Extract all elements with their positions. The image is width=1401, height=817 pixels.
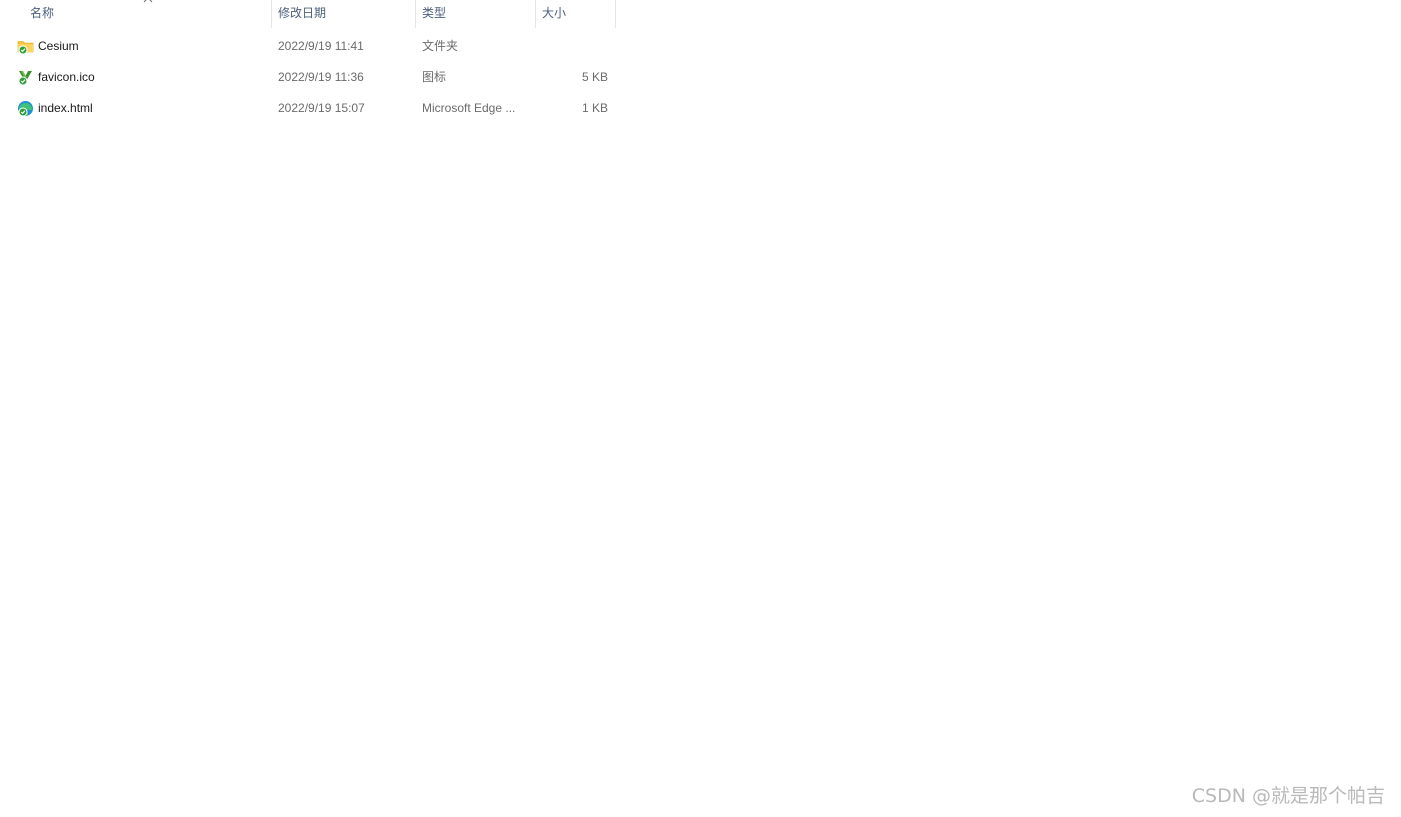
file-explorer-details-view: 名称 修改日期 类型 大小 Cesium 2022/9/19 11:41 文件夹	[0, 0, 1401, 817]
file-row[interactable]: index.html 2022/9/19 15:07 Microsoft Edg…	[0, 93, 616, 124]
column-header-date-label: 修改日期	[278, 6, 327, 20]
file-size: 5 KB	[581, 70, 608, 84]
column-header-name-label: 名称	[30, 6, 55, 20]
edge-html-icon	[18, 101, 33, 117]
file-name: Cesium	[38, 39, 79, 53]
file-date: 2022/9/19 15:07	[278, 101, 365, 115]
column-header-row: 名称 修改日期 类型 大小	[0, 0, 616, 28]
file-row[interactable]: Cesium 2022/9/19 11:41 文件夹	[0, 31, 616, 62]
file-date: 2022/9/19 11:41	[278, 39, 364, 53]
file-type: Microsoft Edge ...	[422, 101, 516, 115]
file-name: index.html	[38, 101, 93, 115]
watermark: CSDN @就是那个帕吉	[1191, 785, 1385, 807]
column-header-date[interactable]: 修改日期	[271, 0, 415, 28]
file-size: 1 KB	[581, 101, 608, 115]
file-type: 文件夹	[422, 39, 459, 53]
column-header-type[interactable]: 类型	[415, 0, 535, 28]
folder-synced-icon	[17, 41, 34, 55]
file-type: 图标	[422, 70, 447, 84]
file-row[interactable]: favicon.ico 2022/9/19 11:36 图标 5 KB	[0, 62, 616, 93]
file-date: 2022/9/19 11:36	[278, 70, 364, 84]
file-size	[535, 31, 608, 62]
file-name: favicon.ico	[38, 70, 95, 84]
column-header-size[interactable]: 大小	[535, 0, 616, 28]
chevron-up-icon	[143, 0, 153, 3]
column-header-name[interactable]: 名称	[24, 0, 271, 28]
column-header-type-label: 类型	[422, 6, 447, 20]
column-header-size-label: 大小	[542, 6, 567, 20]
cesium-favicon-icon	[18, 71, 32, 86]
file-list: Cesium 2022/9/19 11:41 文件夹 favicon.ico 2…	[0, 31, 616, 124]
